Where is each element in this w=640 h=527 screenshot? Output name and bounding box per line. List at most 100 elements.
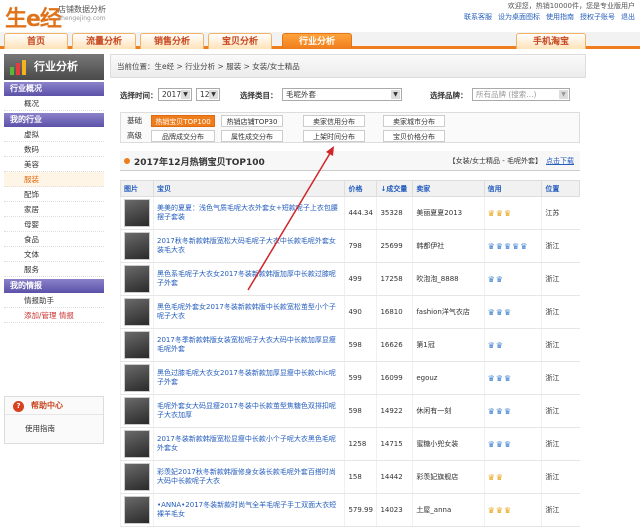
seller-name[interactable]: 彩羡妃旗舰店	[412, 460, 485, 494]
breadcrumb: 当前位置：生e经 > 行业分析 > 服装 > 女装/女士精品	[110, 54, 586, 78]
table-row: •ANNA•2017冬装新款时尚气全羊毛呢子手工双面大衣短裸羊毛女 579.99 1…	[120, 493, 580, 527]
product-thumbnail[interactable]	[124, 496, 150, 524]
month-select[interactable]: 12 ▼	[196, 88, 220, 101]
seller-name[interactable]: 休闲有一刻	[412, 394, 485, 428]
tab-traffic[interactable]: 流量分析	[72, 33, 136, 49]
product-title[interactable]: 黑色系毛呢子大衣女2017冬装新款韩版加厚中长款过膝呢子外套	[152, 262, 345, 296]
logout-link[interactable]: 退出	[621, 12, 635, 22]
seller-name[interactable]: 美丽夏夏2013	[412, 196, 485, 230]
sidebar-item-clothing[interactable]: 服装	[4, 172, 104, 187]
sidebar-item-beauty[interactable]: 美容	[4, 157, 104, 172]
table-row: 毛呢外套女大码显瘦2017冬装中长款茧型焦糖色双排扣呢子大衣加厚 598 14922…	[120, 394, 580, 428]
product-volume: 14715	[376, 427, 413, 461]
category-select[interactable]: 毛呢外套 ▼	[282, 88, 402, 101]
section-scope: 【女装/女士精品 - 毛呢外套】 点击下载	[448, 157, 574, 165]
table-row: 2017冬装新款韩版宽松显瘦中长款小个子呢大衣黑色毛呢外套女 1258 14715 蜜…	[120, 427, 580, 461]
product-thumbnail[interactable]	[124, 463, 150, 491]
logo[interactable]: 生e经	[5, 1, 62, 33]
product-thumbnail[interactable]	[124, 265, 150, 293]
tab-industry[interactable]: 行业分析	[282, 33, 352, 49]
tab-hot-products-top100[interactable]: 热销宝贝TOP100	[151, 115, 215, 127]
seller-name[interactable]: 土屋_anna	[412, 493, 485, 527]
seller-location: 浙江	[541, 460, 580, 494]
table-row: 黑色系毛呢子大衣女2017冬装新款韩版加厚中长款过膝呢子外套 499 17258 吹泡…	[120, 262, 580, 296]
product-thumbnail[interactable]	[124, 232, 150, 260]
sidebar-item-food[interactable]: 食品	[4, 232, 104, 247]
product-price: 598	[344, 394, 377, 428]
tab-seller-credit[interactable]: 卖家信用分布	[303, 115, 365, 127]
tab-attribute-distribution[interactable]: 属性成交分布	[221, 130, 283, 142]
product-thumbnail[interactable]	[124, 199, 150, 227]
tab-listing-time-distribution[interactable]: 上架时间分布	[303, 130, 365, 142]
set-desktop-icon-link[interactable]: 设为桌面图标	[498, 12, 540, 22]
seller-name[interactable]: egouz	[412, 361, 485, 395]
product-price: 490	[344, 295, 377, 329]
sidebar-item-accessories[interactable]: 配饰	[4, 187, 104, 202]
tab-sales[interactable]: 销售分析	[140, 33, 204, 49]
sidebar-item-manage-intel[interactable]: 添加/管理 情报	[4, 308, 104, 323]
col-seller: 卖家	[412, 180, 485, 197]
brand-search-select[interactable]: 所有品牌 (搜索...) ▼	[472, 88, 570, 101]
product-price: 499	[344, 262, 377, 296]
product-title[interactable]: 毛呢外套女大码显瘦2017冬装中长款茧型焦糖色双排扣呢子大衣加厚	[152, 394, 345, 428]
product-price: 579.99	[344, 493, 377, 527]
product-price: 798	[344, 229, 377, 263]
tab-hot-shops-top30[interactable]: 热销店铺TOP30	[221, 115, 283, 127]
tab-price-distribution[interactable]: 宝贝价格分布	[383, 130, 445, 142]
sidebar-item-sports[interactable]: 文体	[4, 247, 104, 262]
product-thumbnail[interactable]	[124, 397, 150, 425]
product-title[interactable]: 2017冬季新款韩版女装宽松呢子大衣大码中长款加厚显瘦毛呢外套	[152, 328, 345, 362]
product-title[interactable]: •ANNA•2017冬装新款时尚气全羊毛呢子手工双面大衣短裸羊毛女	[152, 493, 345, 527]
sidebar-item-home[interactable]: 家居	[4, 202, 104, 217]
seller-name[interactable]: 蜜糖小兜女装	[412, 427, 485, 461]
product-title[interactable]: 黑色毛呢外套女2017冬装新款韩版中长款宽松茧型小个子呢子大衣	[152, 295, 345, 329]
help-user-guide-link[interactable]: 使用指南	[5, 421, 103, 436]
product-image-cell	[120, 493, 154, 527]
product-thumbnail[interactable]	[124, 430, 150, 458]
bar-chart-icon	[10, 60, 26, 75]
seller-location: 浙江	[541, 262, 580, 296]
tab-home[interactable]: 首页	[4, 33, 68, 49]
tab-mobile-taobao[interactable]: 手机淘宝	[516, 33, 586, 49]
year-select[interactable]: 2017 ▼	[158, 88, 192, 101]
col-price[interactable]: 价格	[344, 180, 378, 197]
seller-credit-icon: ♛♛♛	[483, 493, 542, 527]
col-volume[interactable]: ↓成交量	[376, 180, 414, 197]
product-thumbnail[interactable]	[124, 298, 150, 326]
main-nav: 首页 流量分析 销售分析 宝贝分析 行业分析 手机淘宝	[0, 32, 640, 49]
sidebar-item-services[interactable]: 服务	[4, 262, 104, 277]
sidebar-item-intel-assistant[interactable]: 情报助手	[4, 293, 104, 308]
tab-product[interactable]: 宝贝分析	[208, 33, 272, 49]
sidebar: 行业分析 行业概况 概况 我的行业 虚拟 数码 美容 服装 配饰 家居 母婴 食…	[4, 54, 104, 323]
authorize-subaccount-link[interactable]: 授权子账号	[580, 12, 615, 22]
product-title[interactable]: 彩羡妃2017秋冬新款韩版修身女装长款毛呢外套百搭时尚大码中长款呢子大衣	[152, 460, 345, 494]
seller-name[interactable]: 韩都伊社	[412, 229, 485, 263]
tabs-basic-label: 基础	[127, 116, 142, 125]
analysis-tabs: 基础 热销宝贝TOP100 热销店铺TOP30 卖家信用分布 卖家城市分布 高级…	[120, 112, 580, 143]
product-title[interactable]: 黑色过膝毛呢大衣女2017冬装新款加厚显瘦中长款chic呢子外套	[152, 361, 345, 395]
product-volume: 35328	[376, 196, 413, 230]
user-guide-link[interactable]: 使用指南	[546, 12, 574, 22]
time-label: 选择时间：	[120, 91, 158, 100]
tab-brand-distribution[interactable]: 品牌成交分布	[151, 130, 215, 142]
seller-name[interactable]: 吹泡泡_8888	[412, 262, 485, 296]
col-credit: 信用	[483, 180, 543, 197]
seller-name[interactable]: fashion洋气衣店	[412, 295, 485, 329]
sidebar-item-digital[interactable]: 数码	[4, 142, 104, 157]
product-title[interactable]: 2017冬装新款韩版宽松显瘦中长款小个子呢大衣黑色毛呢外套女	[152, 427, 345, 461]
table-row: 黑色过膝毛呢大衣女2017冬装新款加厚显瘦中长款chic呢子外套 599 16099…	[120, 361, 580, 395]
product-thumbnail[interactable]	[124, 364, 150, 392]
product-thumbnail[interactable]	[124, 331, 150, 359]
sidebar-item-virtual[interactable]: 虚拟	[4, 127, 104, 142]
sidebar-item-overview[interactable]: 概况	[4, 96, 104, 111]
product-price: 1258	[344, 427, 377, 461]
product-title[interactable]: 美美的夏夏：浅色气质毛呢大衣外套女+短款呢子上衣包腰摆子套装	[152, 196, 345, 230]
welcome-text: 欢迎您，热销10000件，您是专业版用户	[507, 2, 635, 10]
download-link[interactable]: 点击下载	[546, 157, 574, 165]
product-title[interactable]: 2017秋冬新款韩版宽松大码毛呢子大衣中长款毛呢外套女装毛大衣	[152, 229, 345, 263]
seller-name[interactable]: 第1冠	[412, 328, 485, 362]
contact-support-link[interactable]: 联系客服	[464, 12, 492, 22]
sidebar-group-my-industry: 我的行业	[4, 113, 104, 127]
tab-seller-city[interactable]: 卖家城市分布	[383, 115, 445, 127]
sidebar-item-baby[interactable]: 母婴	[4, 217, 104, 232]
